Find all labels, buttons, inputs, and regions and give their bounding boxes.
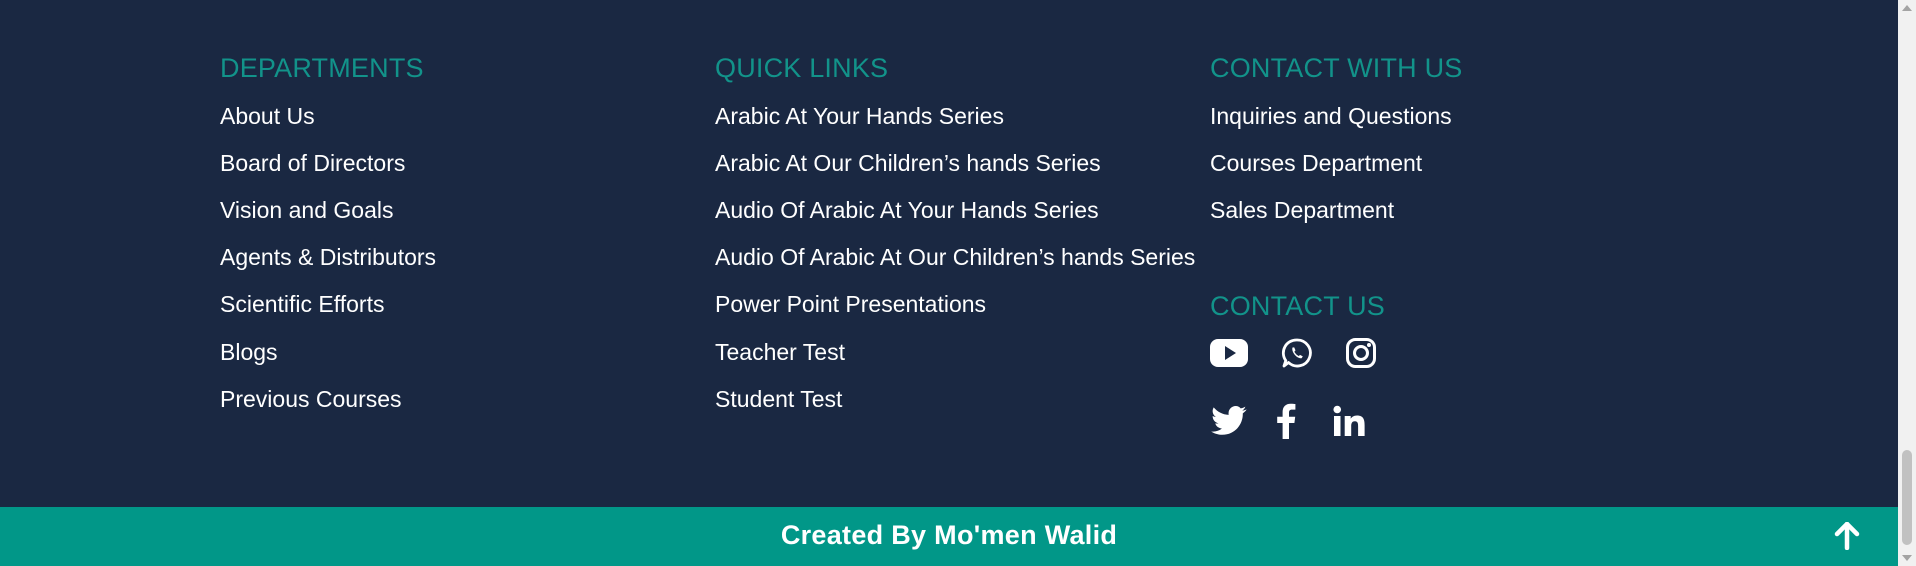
- instagram-icon[interactable]: [1344, 334, 1378, 372]
- footer-main: DEPARTMENTS About Us Board of Directors …: [0, 0, 1898, 507]
- contact-us-heading: CONTACT US: [1210, 291, 1386, 321]
- footer-bottom-bar: Created By Mo'men Walid: [0, 507, 1898, 566]
- link-arabic-at-our-childrens-hands-series[interactable]: Arabic At Our Children’s hands Series: [715, 152, 1101, 175]
- link-previous-courses[interactable]: Previous Courses: [220, 388, 402, 411]
- whatsapp-icon[interactable]: [1280, 334, 1314, 372]
- arrow-up-icon: [1834, 522, 1860, 550]
- footer-credit: Created By Mo'men Walid: [780, 520, 1118, 550]
- link-about-us[interactable]: About Us: [220, 105, 315, 128]
- link-teacher-test[interactable]: Teacher Test: [715, 341, 845, 364]
- link-audio-arabic-at-your-hands-series[interactable]: Audio Of Arabic At Your Hands Series: [715, 199, 1099, 222]
- link-agents-distributors[interactable]: Agents & Distributors: [220, 246, 436, 269]
- link-vision-and-goals[interactable]: Vision and Goals: [220, 199, 393, 222]
- link-blogs[interactable]: Blogs: [220, 341, 278, 364]
- link-courses-department[interactable]: Courses Department: [1210, 152, 1422, 175]
- link-inquiries-and-questions[interactable]: Inquiries and Questions: [1210, 105, 1452, 128]
- link-scientific-efforts[interactable]: Scientific Efforts: [220, 293, 384, 316]
- twitter-icon[interactable]: [1210, 402, 1248, 440]
- quick-links-heading: QUICK LINKS: [715, 53, 889, 83]
- facebook-icon[interactable]: [1274, 402, 1298, 440]
- scrollbar-up-arrow[interactable]: [1902, 5, 1912, 11]
- scrollbar-down-arrow[interactable]: [1902, 555, 1912, 561]
- youtube-icon[interactable]: [1210, 334, 1248, 372]
- link-board-of-directors[interactable]: Board of Directors: [220, 152, 405, 175]
- scrollbar-thumb[interactable]: [1902, 450, 1912, 545]
- link-power-point-presentations[interactable]: Power Point Presentations: [715, 293, 986, 316]
- contact-with-us-heading: CONTACT WITH US: [1210, 53, 1463, 83]
- link-sales-department[interactable]: Sales Department: [1210, 199, 1394, 222]
- link-arabic-at-your-hands-series[interactable]: Arabic At Your Hands Series: [715, 105, 1004, 128]
- departments-heading: DEPARTMENTS: [220, 53, 424, 83]
- scroll-to-top-button[interactable]: [1830, 519, 1864, 553]
- linkedin-icon[interactable]: [1332, 402, 1366, 440]
- link-audio-arabic-at-our-childrens-hands-series[interactable]: Audio Of Arabic At Our Children’s hands …: [715, 246, 1195, 269]
- link-student-test[interactable]: Student Test: [715, 388, 842, 411]
